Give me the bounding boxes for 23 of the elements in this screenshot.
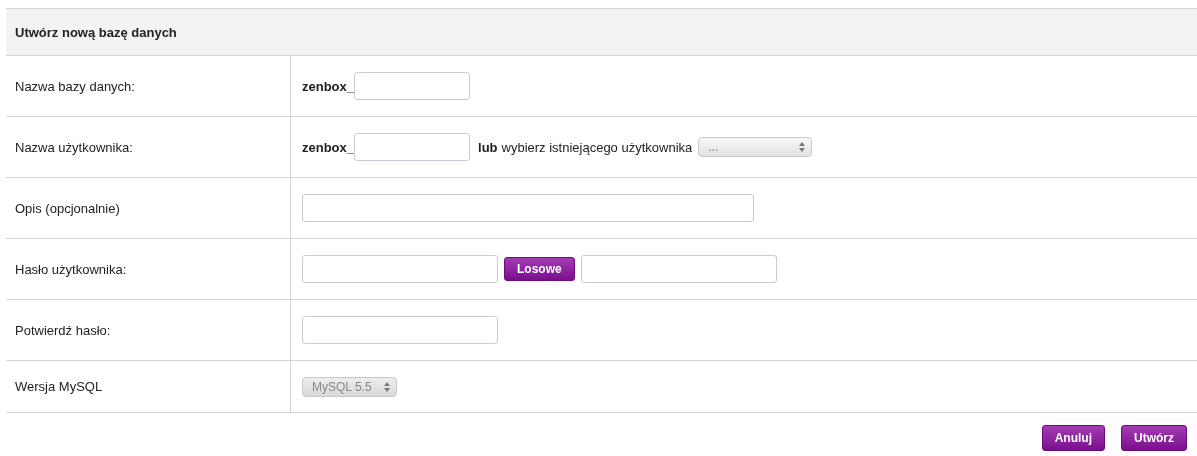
create-button[interactable]: Utwórz (1121, 425, 1187, 451)
hint-text: wybierz istniejącego użytkownika (501, 139, 693, 155)
field-label: Nazwa bazy danych: (6, 56, 291, 116)
cancel-button[interactable]: Anuluj (1041, 425, 1105, 451)
field-label: Nazwa użytkownika: (6, 117, 291, 177)
random-button[interactable]: Losowe (504, 257, 575, 281)
field-label: Wersja MySQL (6, 361, 291, 412)
input-field[interactable] (302, 255, 498, 283)
input-field[interactable] (302, 316, 498, 344)
input-field[interactable] (354, 72, 470, 100)
stepper-icon (799, 142, 806, 152)
input-field[interactable] (302, 194, 754, 222)
input-field[interactable] (354, 133, 470, 161)
prefix-text: zenbox_ (302, 78, 354, 94)
field-label: Hasło użytkownika: (6, 239, 291, 299)
field-label: Opis (opcjonalnie) (6, 178, 291, 238)
prefix-text: zenbox_ (302, 139, 354, 155)
input-field[interactable] (580, 255, 777, 283)
or-text: lub (478, 139, 498, 155)
dropdown[interactable]: ... (698, 137, 813, 157)
form-title: Utwórz nową bazę danych (6, 9, 1197, 56)
field-label: Potwierdź hasło: (6, 300, 291, 360)
stepper-icon (383, 381, 390, 392)
